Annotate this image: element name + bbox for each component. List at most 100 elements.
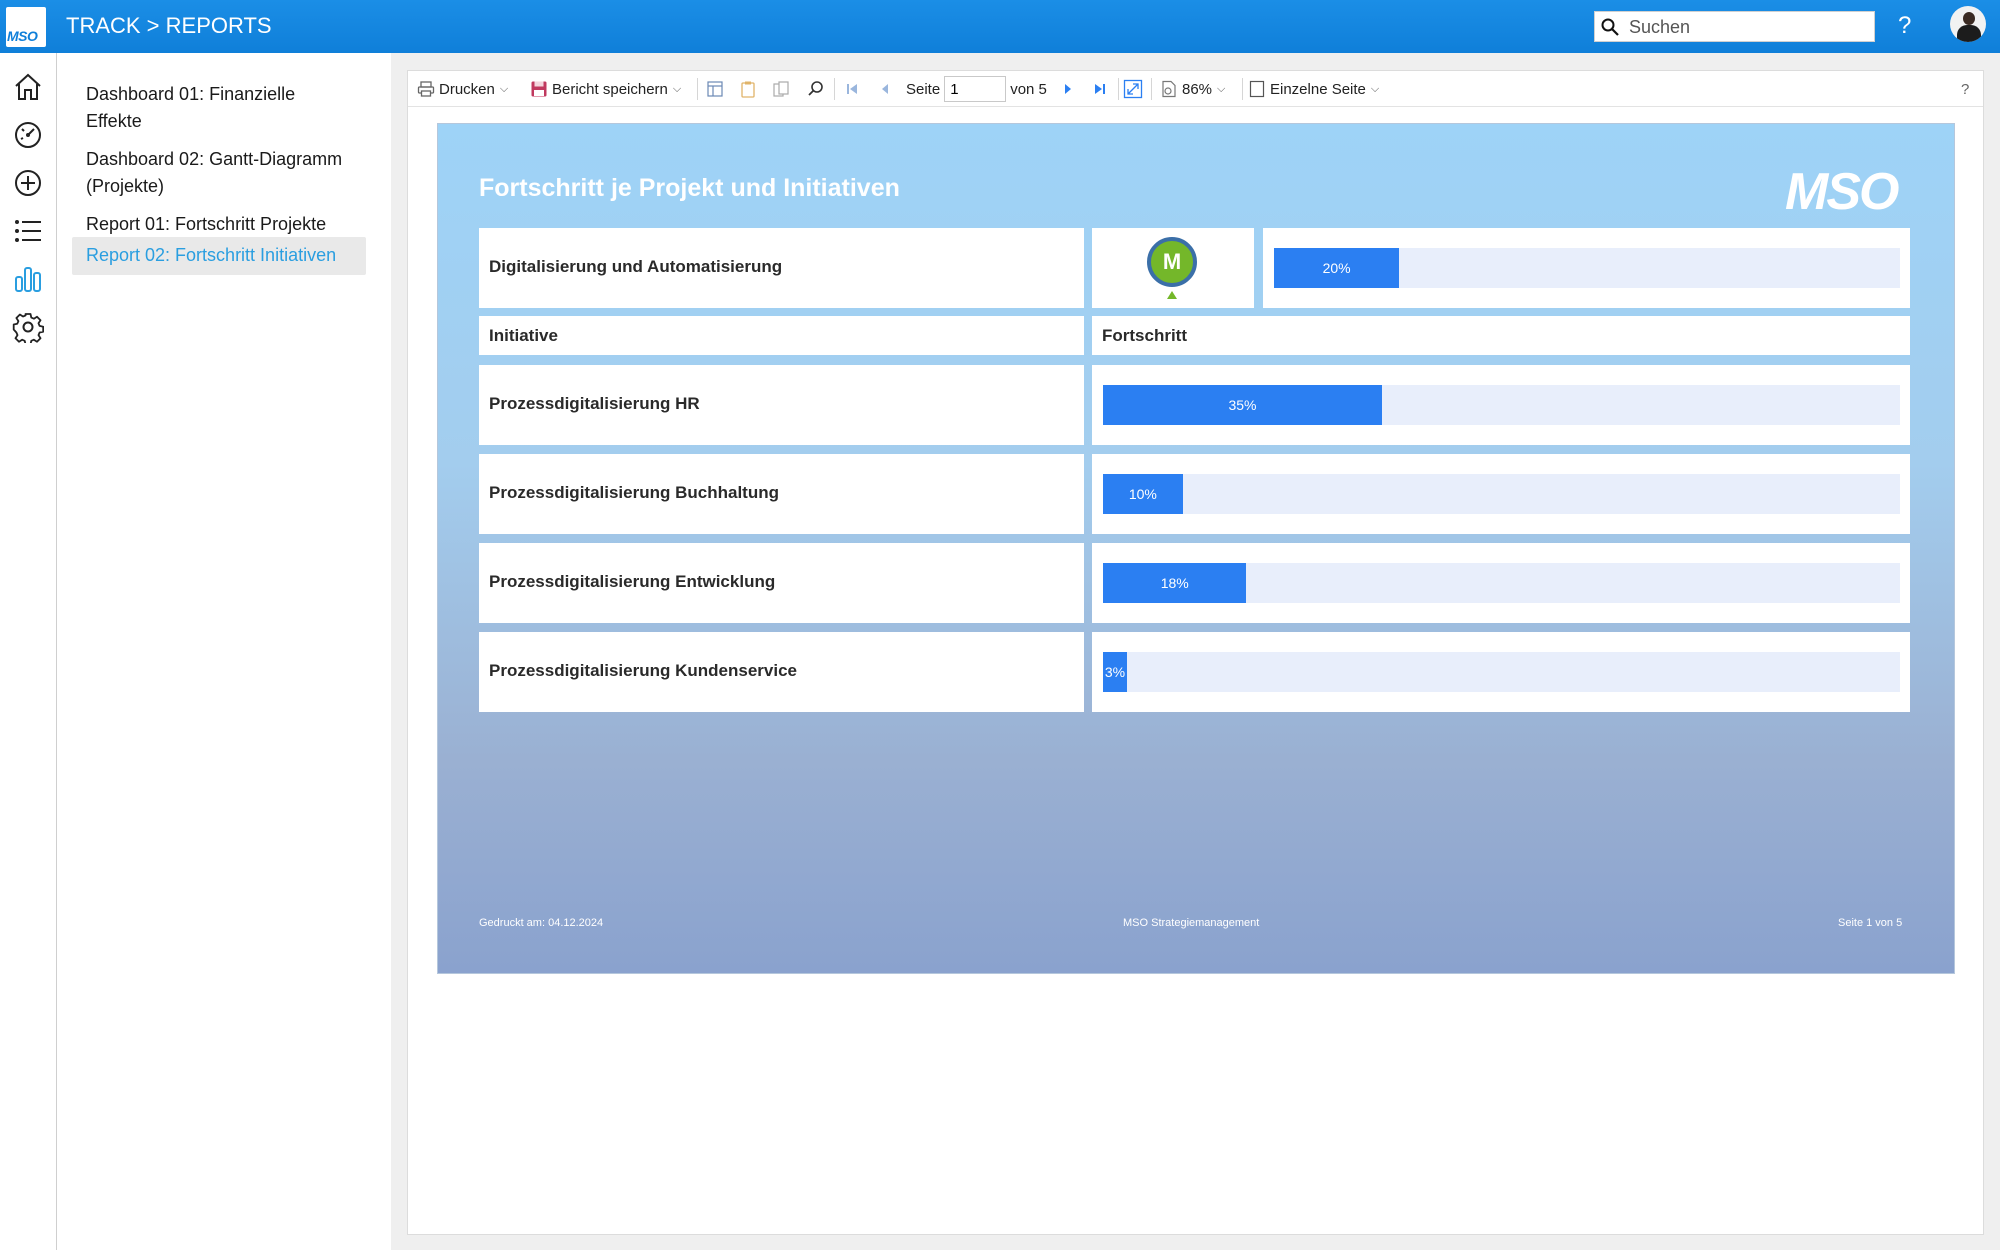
save-disk-icon [531,81,547,97]
progress-bar-track: 35% [1103,385,1900,425]
company-name: MSO Strategiemanagement [1123,917,1260,929]
previous-page-icon [882,84,888,94]
status-indicator-icon: M [1147,237,1197,287]
page-number-input[interactable] [944,76,1007,102]
add-circle-icon[interactable] [12,167,44,199]
help-button[interactable]: ? [1898,12,1911,40]
initiative-name: Prozessdigitalisierung Buchhaltung [489,483,779,502]
zoom-page-icon [1162,80,1176,98]
export-button[interactable] [706,79,724,99]
status-trend-icon [1167,291,1177,299]
search-icon [1601,18,1619,36]
toolbar-separator [1151,78,1152,100]
project-progress-bar: 20% [1274,248,1400,288]
viewer-help-button[interactable]: ? [1961,79,1969,99]
view-mode-label: Einzelne Seite [1270,80,1366,98]
print-label: Drucken [439,80,495,98]
next-page-icon [1065,84,1071,94]
initiative-name: Prozessdigitalisierung Entwicklung [489,572,776,591]
toolbar-separator [1118,78,1119,100]
zoom-dropdown[interactable]: 86% ⌵ [1160,79,1225,99]
first-page-icon [847,84,857,94]
list-icon[interactable] [12,215,44,247]
initiative-name-cell: Prozessdigitalisierung Entwicklung [479,543,1084,623]
search-icon [808,81,823,96]
fullscreen-icon [1123,79,1143,99]
app-title: TRACK > REPORTS [66,13,272,38]
next-page-button[interactable] [1060,79,1076,99]
page-label: Seite [906,80,941,98]
clipboard-icon [741,81,755,98]
initiative-progress-cell: 3% [1092,632,1910,712]
toolbar-separator [1242,78,1243,100]
initiative-name-cell: Prozessdigitalisierung HR [479,365,1084,445]
home-icon[interactable] [12,71,44,103]
progress-bar-track: 20% [1274,248,1900,288]
user-avatar[interactable] [1950,6,1986,42]
view-mode-dropdown[interactable]: Einzelne Seite ⌵ [1248,79,1379,99]
bar-chart-icon[interactable] [12,263,44,295]
single-page-icon [1249,80,1265,98]
chevron-down-icon: ⌵ [1370,82,1380,95]
icon-rail [0,53,57,1250]
page-navigator: Seite von 5 [906,76,1047,102]
print-button[interactable]: Drucken ⌵ [417,79,508,99]
search-input[interactable] [1629,14,1869,40]
mso-logo: MSO [1785,163,1899,221]
find-button[interactable] [807,79,825,99]
initiative-progress-bar: 35% [1103,385,1382,425]
zoom-value: 86% [1182,80,1213,98]
initiative-progress-cell: 35% [1092,365,1910,445]
initiative-progress-cell: 18% [1092,543,1910,623]
printed-date: Gedruckt am: 04.12.2024 [479,917,604,929]
search-box[interactable] [1594,11,1875,42]
first-page-button[interactable] [844,79,860,99]
chevron-down-icon: ⌵ [1217,82,1226,95]
initiative-name: Prozessdigitalisierung Kundenservice [489,661,797,680]
save-report-label: Bericht speichern [552,80,668,98]
top-bar: MSO TRACK > REPORTS ? [0,0,2000,53]
report-nav-panel: Dashboard 01: Finanzielle Effekte Dashbo… [58,53,391,1250]
settings-gear-icon[interactable] [12,311,45,346]
dashboard-gauge-icon[interactable] [12,119,44,151]
project-progress-cell: 20% [1263,228,1910,308]
progress-bar-track: 18% [1103,563,1900,603]
initiative-name: Prozessdigitalisierung HR [489,394,700,413]
nav-item-report-02[interactable]: Report 02: Fortschritt Initiativen [72,237,366,275]
initiative-name-cell: Prozessdigitalisierung Buchhaltung [479,454,1084,534]
toolbar-separator [697,78,698,100]
initiative-header-label: Initiative [489,326,558,345]
copy-button[interactable] [772,79,790,99]
previous-page-button[interactable] [877,79,893,99]
paste-button[interactable] [739,79,757,99]
progress-header-label: Fortschritt [1102,326,1187,345]
report-title: Fortschritt je Projekt und Initiativen [479,174,900,202]
chevron-down-icon: ⌵ [499,82,509,95]
initiative-progress-bar: 18% [1103,563,1247,603]
report-page: Fortschritt je Projekt und Initiativen M… [437,123,1955,974]
fullscreen-button[interactable] [1123,79,1143,99]
copy-pages-icon [773,81,789,97]
table-export-icon [707,81,723,97]
viewer-toolbar: Drucken⌵ Bericht speichern⌵ Seite vo [408,71,1983,107]
project-status-cell: M [1092,228,1254,308]
nav-item-dashboard-02[interactable]: Dashboard 02: Gantt-Diagramm (Projekte) [72,138,366,208]
printer-icon [417,81,435,97]
progress-bar-track: 3% [1103,652,1900,692]
chevron-down-icon: ⌵ [672,82,682,95]
save-report-button[interactable]: Bericht speichern ⌵ [530,79,681,99]
page-indicator: Seite 1 von 5 [1838,917,1903,929]
project-name-cell: Digitalisierung und Automatisierung [479,228,1084,308]
app-logo[interactable]: MSO [6,7,46,47]
nav-item-dashboard-01[interactable]: Dashboard 01: Finanzielle Effekte [72,73,366,143]
last-page-icon [1095,84,1105,94]
initiative-name-cell: Prozessdigitalisierung Kundenservice [479,632,1084,712]
last-page-button[interactable] [1092,79,1108,99]
initiative-column-header: Initiative [479,316,1084,355]
progress-bar-track: 10% [1103,474,1900,514]
toolbar-separator [834,78,835,100]
project-name: Digitalisierung und Automatisierung [489,257,783,276]
progress-column-header: Fortschritt [1092,316,1910,355]
initiative-progress-bar: 10% [1103,474,1183,514]
report-viewer: Drucken⌵ Bericht speichern⌵ Seite vo [407,70,1984,1235]
